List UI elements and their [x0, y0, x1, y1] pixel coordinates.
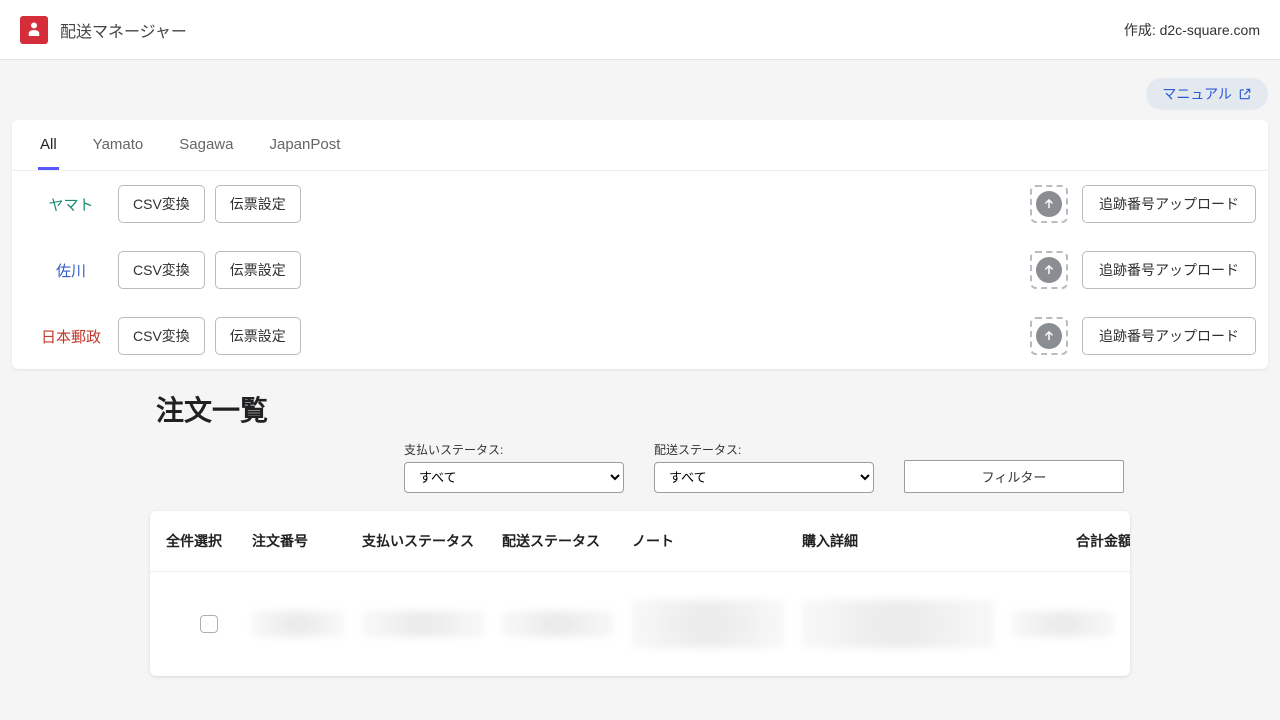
csv-convert-button[interactable]: CSV変換 [118, 185, 205, 223]
blurred-cell [1012, 611, 1114, 637]
carrier-row-japanpost: 日本郵政 CSV変換 伝票設定 追跡番号アップロード [12, 303, 1268, 369]
carrier-label: ヤマト [24, 194, 118, 215]
blurred-cell [802, 600, 994, 648]
col-purchase-detail: 購入詳細 [802, 531, 1012, 551]
col-payment-status: 支払いステータス [362, 531, 502, 551]
csv-convert-button[interactable]: CSV変換 [118, 317, 205, 355]
slip-settings-button[interactable]: 伝票設定 [215, 185, 301, 223]
carrier-label: 日本郵政 [24, 326, 118, 347]
slip-settings-button[interactable]: 伝票設定 [215, 251, 301, 289]
orders-section: 注文一覧 支払いステータス: すべて 配送ステータス: すべて フィルター 全件… [150, 389, 1130, 676]
manual-button[interactable]: マニュアル [1146, 78, 1268, 110]
creator-label: 作成: d2c-square.com [1124, 20, 1260, 40]
arrow-up-icon [1042, 329, 1056, 343]
arrow-up-icon [1042, 263, 1056, 277]
orders-table: 全件選択 注文番号 支払いステータス 配送ステータス ノート 購入詳細 合計金額 [150, 511, 1130, 676]
col-note: ノート [632, 531, 802, 551]
carriers-card: All Yamato Sagawa JapanPost ヤマト CSV変換 伝票… [12, 120, 1268, 369]
col-total: 合計金額 [1012, 531, 1130, 551]
orders-table-header: 全件選択 注文番号 支払いステータス 配送ステータス ノート 購入詳細 合計金額 [150, 511, 1130, 572]
blurred-cell [252, 611, 344, 637]
shipping-status-label: 配送ステータス: [654, 441, 874, 458]
tracking-upload-button[interactable]: 追跡番号アップロード [1082, 317, 1256, 355]
blurred-cell [502, 611, 614, 637]
tab-yamato[interactable]: Yamato [91, 120, 146, 170]
upload-dropzone[interactable] [1030, 317, 1068, 355]
shipping-status-select[interactable]: すべて [654, 462, 874, 493]
col-order-no: 注文番号 [252, 531, 362, 551]
tracking-upload-button[interactable]: 追跡番号アップロード [1082, 185, 1256, 223]
tab-sagawa[interactable]: Sagawa [177, 120, 235, 170]
payment-status-select[interactable]: すべて [404, 462, 624, 493]
table-row [150, 572, 1130, 676]
blurred-cell [362, 611, 484, 637]
carrier-row-sagawa: 佐川 CSV変換 伝票設定 追跡番号アップロード [12, 237, 1268, 303]
col-shipping-status: 配送ステータス [502, 531, 632, 551]
external-link-icon [1238, 87, 1252, 101]
tab-all[interactable]: All [38, 120, 59, 170]
carrier-row-yamato: ヤマト CSV変換 伝票設定 追跡番号アップロード [12, 171, 1268, 237]
top-bar: 配送マネージャー 作成: d2c-square.com [0, 0, 1280, 60]
col-select-all: 全件選択 [166, 531, 252, 551]
slip-settings-button[interactable]: 伝票設定 [215, 317, 301, 355]
csv-convert-button[interactable]: CSV変換 [118, 251, 205, 289]
topbar-left: 配送マネージャー [20, 16, 187, 44]
app-title: 配送マネージャー [60, 18, 187, 42]
filter-button[interactable]: フィルター [904, 460, 1124, 493]
orders-title: 注文一覧 [156, 389, 1130, 429]
filters-row: 支払いステータス: すべて 配送ステータス: すべて フィルター [150, 441, 1130, 507]
blurred-cell [632, 600, 784, 648]
tracking-upload-button[interactable]: 追跡番号アップロード [1082, 251, 1256, 289]
carrier-label: 佐川 [24, 260, 118, 281]
upload-dropzone[interactable] [1030, 251, 1068, 289]
app-logo-icon [20, 16, 48, 44]
row-checkbox[interactable] [200, 615, 218, 633]
arrow-up-icon [1042, 197, 1056, 211]
payment-status-label: 支払いステータス: [404, 441, 624, 458]
tab-japanpost[interactable]: JapanPost [267, 120, 342, 170]
tabs-bar: All Yamato Sagawa JapanPost [12, 120, 1268, 171]
manual-button-label: マニュアル [1162, 84, 1232, 104]
upload-dropzone[interactable] [1030, 185, 1068, 223]
